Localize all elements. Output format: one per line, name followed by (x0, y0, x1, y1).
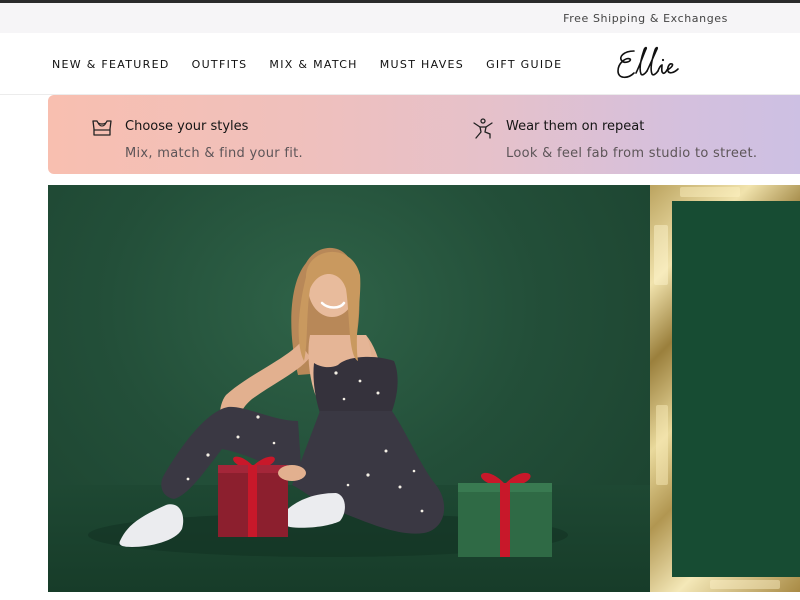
announcement-text[interactable]: Free Shipping & Exchanges (563, 12, 728, 25)
ellie-logo[interactable] (612, 41, 688, 87)
nav-link-outfits[interactable]: OUTFITS (192, 58, 248, 71)
ellie-logo-script-icon (617, 46, 679, 79)
nav-link-new-featured[interactable]: NEW & FEATURED (52, 58, 170, 71)
benefit-title: Choose your styles (125, 119, 249, 134)
nav-link-gift-guide[interactable]: GIFT GUIDE (486, 58, 562, 71)
foil-highlight (654, 225, 668, 285)
benefit-title: Wear them on repeat (506, 119, 645, 134)
foil-highlight (680, 187, 740, 197)
benefits-banner: Choose your styles Mix, match & find you… (48, 95, 800, 174)
main-navigation: NEW & FEATURED OUTFITS MIX & MATCH MUST … (0, 33, 800, 95)
benefit-subtitle: Look & feel fab from studio to street. (506, 146, 758, 161)
hero-image[interactable] (48, 185, 650, 592)
benefit-wear-repeat: Wear them on repeat Look & feel fab from… (471, 95, 800, 174)
announcement-bar: Free Shipping & Exchanges (0, 3, 800, 33)
sports-bra-icon (90, 117, 114, 141)
nav-menu: NEW & FEATURED OUTFITS MIX & MATCH MUST … (52, 33, 584, 95)
benefit-subtitle: Mix, match & find your fit. (125, 146, 303, 161)
foil-highlight (656, 405, 668, 485)
nav-link-mix-match[interactable]: MIX & MATCH (269, 58, 357, 71)
hand (278, 465, 306, 481)
hero-illustration (88, 247, 568, 557)
right-sneaker (281, 493, 345, 528)
benefit-choose-styles: Choose your styles Mix, match & find you… (90, 95, 420, 174)
foil-highlight (710, 580, 780, 589)
yoga-pose-icon (471, 117, 495, 141)
green-gift-bow (480, 472, 531, 483)
gold-foil-promo[interactable] (650, 185, 800, 592)
nav-link-must-haves[interactable]: MUST HAVES (380, 58, 464, 71)
promo-green-panel (672, 201, 800, 577)
